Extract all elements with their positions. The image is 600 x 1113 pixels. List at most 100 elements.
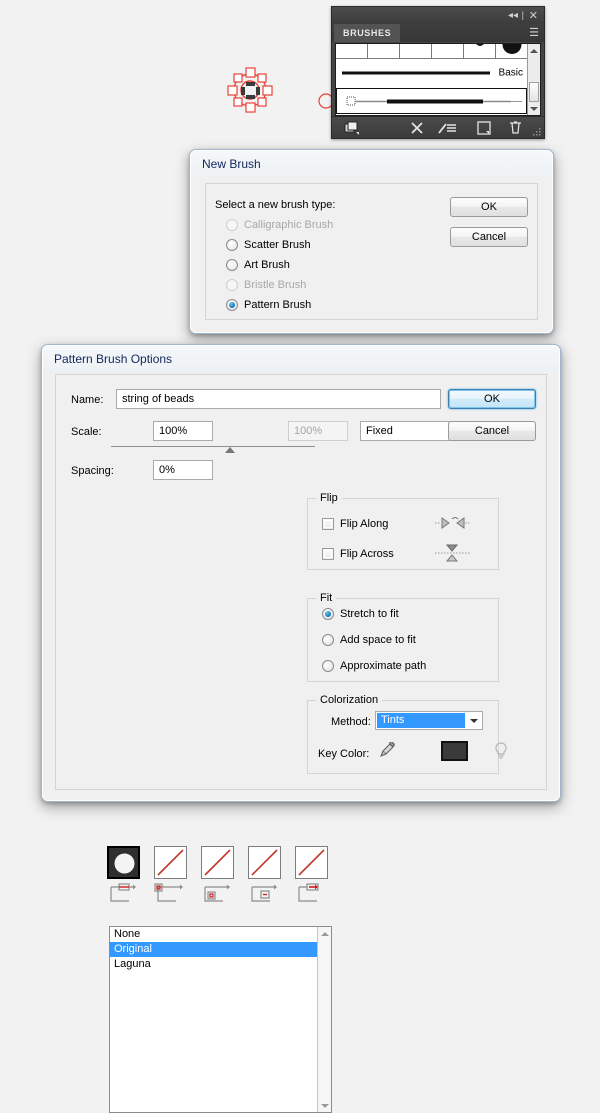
radio-pattern-brush[interactable] bbox=[226, 299, 238, 311]
label-art-brush[interactable]: Art Brush bbox=[244, 259, 290, 271]
eyedropper-icon[interactable] bbox=[379, 742, 395, 760]
label-approximate-path[interactable]: Approximate path bbox=[340, 660, 426, 672]
x-icon[interactable] bbox=[410, 121, 424, 135]
cancel-button-label: Cancel bbox=[475, 425, 509, 437]
libraries-icon[interactable] bbox=[344, 121, 360, 135]
brush-swatch[interactable] bbox=[432, 44, 464, 59]
scale-input[interactable]: 100% bbox=[153, 421, 213, 441]
radio-scatter-brush[interactable] bbox=[226, 239, 238, 251]
radio-add-space-to-fit[interactable] bbox=[322, 634, 334, 646]
tab-brushes-label: BRUSHES bbox=[343, 28, 391, 38]
ok-button[interactable]: OK bbox=[450, 197, 528, 217]
radio-approximate-path[interactable] bbox=[322, 660, 334, 672]
trash-icon[interactable] bbox=[509, 120, 522, 135]
scale-input-value: 100% bbox=[159, 425, 187, 437]
key-color-swatch[interactable] bbox=[441, 741, 468, 761]
brush-swatch[interactable] bbox=[400, 44, 432, 59]
key-color-label: Key Color: bbox=[318, 748, 369, 760]
brush-item-label: Basic bbox=[499, 68, 523, 79]
dialog-title: Pattern Brush Options bbox=[54, 352, 172, 366]
flip-across-checkbox[interactable] bbox=[322, 548, 334, 560]
brush-swatch[interactable] bbox=[336, 44, 368, 59]
tile-mark-side bbox=[107, 883, 140, 905]
radio-calligraphic-brush bbox=[226, 219, 238, 231]
scroll-down-button[interactable] bbox=[318, 1099, 331, 1112]
scale-label: Scale: bbox=[71, 426, 102, 438]
flip-across-label[interactable]: Flip Across bbox=[340, 548, 394, 560]
brush-item-selected[interactable] bbox=[336, 88, 527, 114]
flip-along-icon bbox=[435, 516, 471, 530]
new-brush-dialog[interactable]: New Brush Select a new brush type: Calli… bbox=[189, 149, 554, 334]
name-input[interactable]: string of beads bbox=[116, 389, 441, 409]
ok-button-label: OK bbox=[481, 201, 497, 213]
brushes-scrollbar[interactable] bbox=[527, 44, 540, 115]
colorization-legend: Colorization bbox=[316, 694, 382, 706]
tile-mark-start bbox=[248, 883, 281, 905]
scrollbar-thumb[interactable] bbox=[529, 82, 539, 102]
separator: | bbox=[522, 10, 524, 20]
label-add-space-to-fit[interactable]: Add space to fit bbox=[340, 634, 416, 646]
collapse-panel-icon[interactable]: ◂◂ bbox=[508, 10, 518, 21]
flip-along-label[interactable]: Flip Along bbox=[340, 518, 388, 530]
panel-titlebar: ◂◂ | ✕ bbox=[332, 7, 544, 24]
brush-swatch[interactable] bbox=[464, 44, 496, 59]
radio-stretch-to-fit[interactable] bbox=[322, 608, 334, 620]
label-stretch-to-fit[interactable]: Stretch to fit bbox=[340, 608, 399, 620]
method-label: Method: bbox=[331, 716, 371, 728]
tile-outer-corner[interactable] bbox=[154, 846, 187, 879]
pattern-brush-options-dialog[interactable]: Pattern Brush Options Name: string of be… bbox=[41, 344, 561, 802]
flip-across-icon bbox=[435, 544, 471, 562]
cancel-button[interactable]: Cancel bbox=[448, 421, 536, 441]
tile-mark-inner-corner bbox=[201, 883, 234, 905]
scroll-up-button[interactable] bbox=[318, 927, 331, 940]
label-scatter-brush[interactable]: Scatter Brush bbox=[244, 239, 311, 251]
brush-swatch[interactable] bbox=[496, 44, 527, 59]
spacing-label: Spacing: bbox=[71, 465, 114, 477]
radio-art-brush[interactable] bbox=[226, 259, 238, 271]
tab-brushes[interactable]: BRUSHES bbox=[334, 24, 400, 42]
tile-start[interactable] bbox=[248, 846, 281, 879]
scroll-down-button[interactable] bbox=[528, 102, 540, 115]
brushes-list[interactable]: Basic bbox=[335, 43, 541, 116]
colorization-method-select[interactable]: Tints bbox=[375, 711, 483, 730]
tile-mark-outer-corner bbox=[154, 883, 187, 905]
label-calligraphic-brush: Calligraphic Brush bbox=[244, 219, 333, 231]
flip-along-checkbox[interactable] bbox=[322, 518, 334, 530]
panel-menu-icon[interactable]: ☰ bbox=[529, 28, 539, 39]
name-label: Name: bbox=[71, 394, 103, 406]
brush-swatch[interactable] bbox=[368, 44, 400, 59]
colorization-method-value: Tints bbox=[377, 713, 465, 728]
ok-button[interactable]: OK bbox=[448, 389, 536, 409]
pattern-list-scrollbar[interactable] bbox=[317, 927, 331, 1112]
new-brush-icon[interactable] bbox=[477, 121, 491, 135]
label-bristle-brush: Bristle Brush bbox=[244, 279, 306, 291]
lightbulb-icon[interactable] bbox=[493, 742, 509, 760]
dialog-title: New Brush bbox=[202, 157, 261, 171]
radio-bristle-brush bbox=[226, 279, 238, 291]
resize-grip-icon[interactable] bbox=[533, 128, 542, 137]
brush-item-basic[interactable]: Basic bbox=[336, 60, 527, 86]
close-icon[interactable]: ✕ bbox=[529, 9, 538, 22]
label-pattern-brush[interactable]: Pattern Brush bbox=[244, 299, 311, 311]
panel-tab-row: BRUSHES ☰ bbox=[332, 24, 544, 42]
artwork-selected-ring[interactable] bbox=[222, 62, 278, 118]
prompt-label: Select a new brush type: bbox=[215, 199, 335, 211]
fit-legend: Fit bbox=[316, 592, 336, 604]
tile-inner-corner[interactable] bbox=[201, 846, 234, 879]
brushes-panel[interactable]: ◂◂ | ✕ BRUSHES ☰ Basic bbox=[331, 6, 545, 139]
pattern-swatch-list[interactable]: None Original Laguna bbox=[109, 926, 332, 1113]
scale-variation-input: 100% bbox=[288, 421, 348, 441]
scroll-up-button[interactable] bbox=[528, 44, 540, 57]
scale-slider-track[interactable] bbox=[111, 446, 315, 447]
list-item-original[interactable]: Original bbox=[110, 942, 317, 957]
cancel-button[interactable]: Cancel bbox=[450, 227, 528, 247]
list-item-laguna[interactable]: Laguna bbox=[110, 957, 317, 972]
spacing-input[interactable]: 0% bbox=[153, 460, 213, 480]
tile-side[interactable] bbox=[107, 846, 140, 879]
chevron-down-icon[interactable] bbox=[465, 712, 482, 729]
list-item-none[interactable]: None bbox=[110, 927, 317, 942]
scale-slider-thumb[interactable] bbox=[225, 447, 235, 453]
tile-end[interactable] bbox=[295, 846, 328, 879]
brush-options-icon[interactable] bbox=[438, 121, 458, 135]
calligraphic-brush-grid[interactable] bbox=[336, 44, 527, 59]
